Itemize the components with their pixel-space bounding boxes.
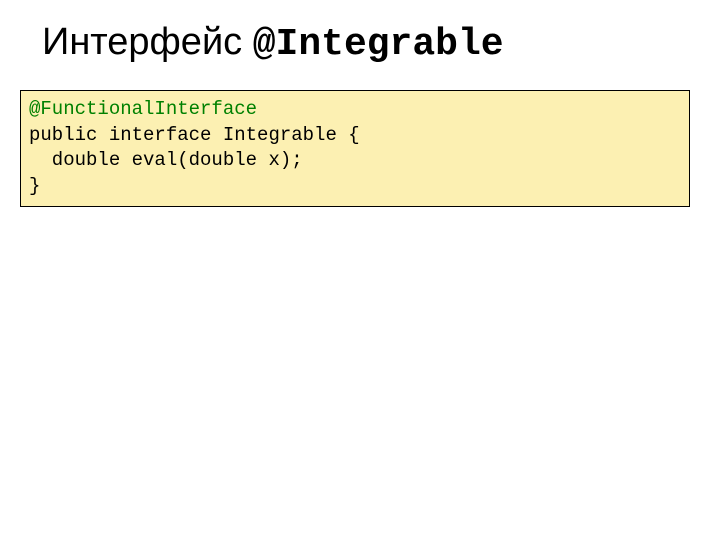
code-annotation: @FunctionalInterface — [29, 98, 257, 120]
slide: Интерфейс @Integrable @FunctionalInterfa… — [0, 0, 720, 540]
title-text: Интерфейс — [42, 21, 253, 63]
code-block: @FunctionalInterface public interface In… — [20, 90, 690, 207]
slide-title: Интерфейс @Integrable — [42, 22, 504, 66]
title-code: @Integrable — [253, 23, 504, 66]
code-line: } — [29, 175, 40, 197]
code-line: double eval(double x); — [29, 149, 303, 171]
code-line: public interface Integrable { — [29, 124, 360, 146]
